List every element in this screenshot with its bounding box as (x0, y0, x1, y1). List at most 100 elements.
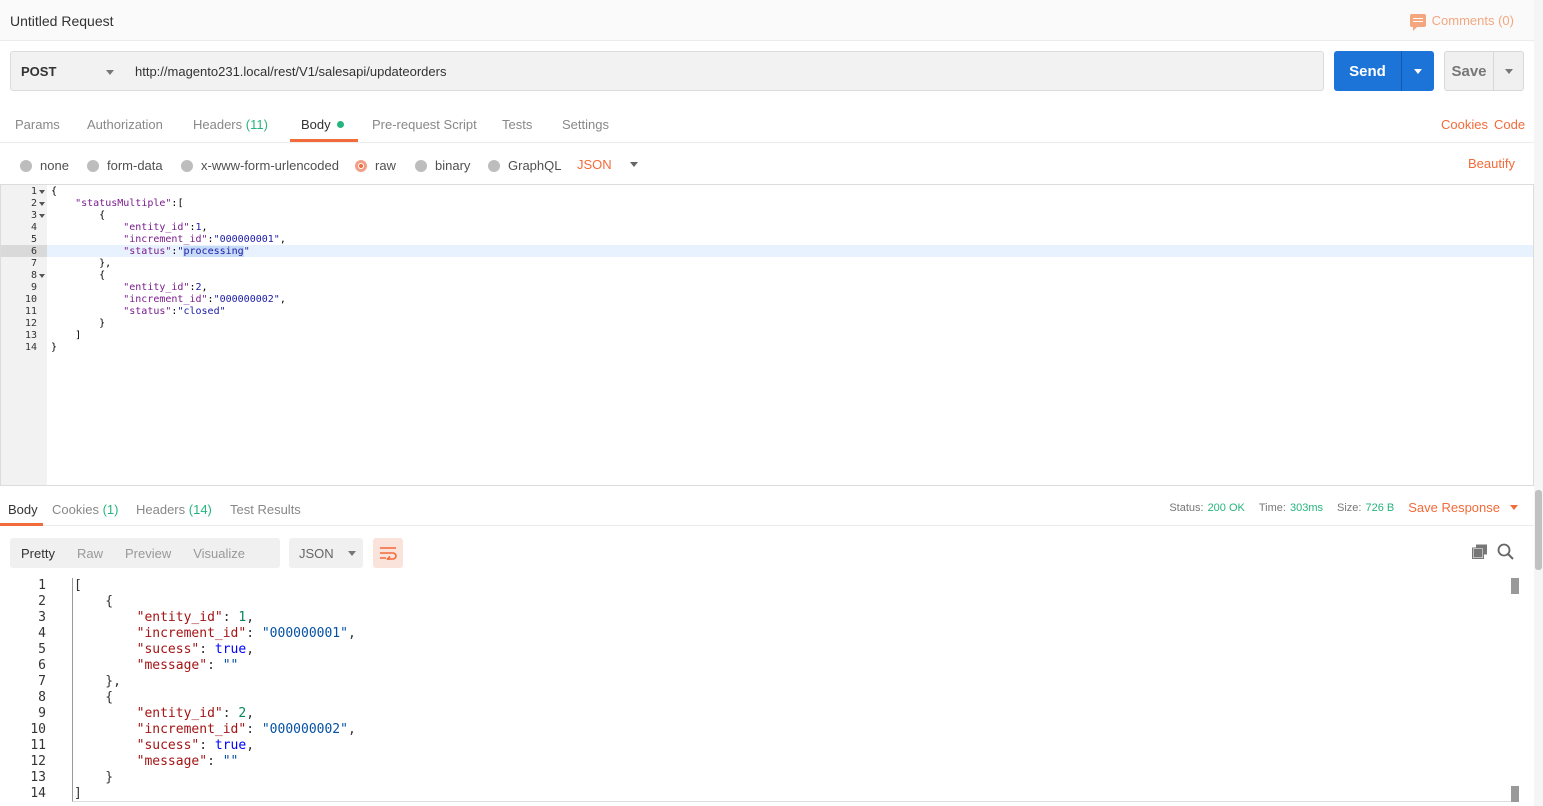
response-body-viewer[interactable]: 1 [2 {3 "entity_id": 1, 4 "increment_id": … (0, 578, 1520, 806)
page-scrollbar-thumb[interactable] (1535, 490, 1542, 570)
request-body-editor[interactable]: 1 {2 "statusMultiple":[3 {4 "entity_id":1… (0, 184, 1534, 486)
view-preview-button[interactable]: Preview (114, 538, 182, 568)
code-line: { (51, 186, 58, 197)
send-options-button[interactable] (1402, 68, 1434, 74)
code-line: "increment_id": "000000002", (136, 722, 356, 737)
time-label: Time: (1258, 501, 1286, 514)
cookies-link[interactable]: Cookies (1441, 117, 1488, 132)
line-number: 3 (38, 610, 46, 625)
line-number: 4 (30, 222, 37, 233)
radio-raw-label: raw (375, 158, 396, 173)
radio-raw[interactable]: raw (355, 158, 396, 173)
radio-none[interactable]: none (20, 158, 69, 173)
line-number: 13 (24, 330, 37, 341)
response-headers-count: (14) (188, 502, 212, 517)
fold-toggle-icon[interactable] (39, 202, 45, 206)
radio-form-data-label: form-data (107, 158, 163, 173)
tab-body[interactable]: Body (301, 117, 344, 132)
save-button[interactable]: Save (1444, 51, 1524, 91)
time-value: 303ms (1289, 501, 1323, 514)
fold-toggle-icon[interactable] (39, 214, 45, 218)
chevron-down-icon (347, 550, 356, 556)
search-icon[interactable] (1497, 543, 1514, 560)
tab-settings[interactable]: Settings (562, 117, 609, 132)
radio-graphql[interactable]: GraphQL (488, 158, 561, 173)
tab-response-cookies[interactable]: Cookies (1) (52, 502, 118, 517)
code-line: "message": "" (136, 754, 239, 769)
body-format-value: JSON (577, 157, 612, 172)
tab-params[interactable]: Params (15, 117, 60, 132)
line-number: 6 (38, 658, 46, 673)
code-line: "increment_id": "000000001", (136, 626, 356, 641)
tab-headers-label: Headers (193, 117, 243, 132)
chevron-down-icon (1510, 505, 1518, 510)
send-button[interactable]: Send (1334, 51, 1434, 91)
method-value: POST (21, 63, 57, 79)
code-line: { (51, 210, 106, 221)
tab-body-label: Body (301, 117, 331, 132)
code-line: "sucess": true, (136, 738, 255, 753)
code-line: "sucess": true, (136, 642, 255, 657)
wrap-lines-button[interactable] (373, 538, 403, 568)
line-number: 9 (30, 282, 37, 293)
radio-urlencoded[interactable]: x-www-form-urlencoded (181, 158, 339, 173)
tab-headers-label: Headers (136, 502, 186, 517)
line-number: 11 (24, 306, 37, 317)
tab-authorization[interactable]: Authorization (87, 117, 163, 132)
response-format-select[interactable]: JSON (289, 538, 363, 568)
tab-pre-request-script[interactable]: Pre-request Script (372, 117, 477, 132)
save-response-button[interactable]: Save Response (1408, 500, 1518, 515)
tab-response-headers[interactable]: Headers (14) (136, 502, 212, 517)
line-number: 8 (30, 270, 37, 281)
chevron-down-icon (629, 162, 638, 167)
tab-tests[interactable]: Tests (502, 117, 532, 132)
fold-toggle-icon[interactable] (39, 190, 45, 194)
radio-graphql-label: GraphQL (508, 158, 562, 173)
code-line: "entity_id": 2, (136, 706, 255, 721)
fold-toggle-icon[interactable] (39, 274, 45, 278)
code-line: "status":"closed" (123, 306, 226, 317)
copy-icon[interactable] (1472, 544, 1488, 559)
code-line: [ (74, 578, 82, 593)
line-number: 14 (24, 342, 37, 353)
code-line: } (51, 318, 106, 329)
beautify-link[interactable]: Beautify (1468, 156, 1515, 171)
line-number: 9 (38, 706, 46, 721)
tab-headers[interactable]: Headers (11) (193, 117, 268, 132)
body-format-select[interactable]: JSON (577, 157, 638, 172)
method-select[interactable]: POST (10, 51, 126, 91)
size-label: Size: (1337, 501, 1362, 514)
view-visualize-button[interactable]: Visualize (182, 538, 256, 568)
line-number: 1 (38, 578, 46, 593)
status-label: Status: (1169, 501, 1204, 514)
radio-circle-selected (355, 159, 367, 172)
line-number: 10 (30, 722, 46, 737)
code-link[interactable]: Code (1494, 117, 1525, 132)
response-size[interactable]: Size: 726 B (1337, 502, 1394, 514)
line-number: 7 (30, 258, 37, 269)
page-scrollbar[interactable] (1534, 0, 1543, 806)
response-meta: Status: 200 OK Time: 303ms Size: 726 B Save… (1169, 500, 1518, 515)
view-pretty-button[interactable]: Pretty (10, 538, 66, 568)
view-raw-button[interactable]: Raw (66, 538, 114, 568)
comments-button[interactable]: Comments (0) (1409, 13, 1514, 31)
save-options-button[interactable] (1494, 68, 1523, 74)
comments-label: Comments (0) (1431, 13, 1514, 28)
response-scrollbar-thumb[interactable] (1511, 578, 1519, 594)
send-label: Send (1349, 62, 1386, 80)
code-line: ] (51, 330, 82, 341)
response-time[interactable]: Time: 303ms (1259, 502, 1323, 514)
tab-test-results[interactable]: Test Results (230, 502, 301, 517)
url-input[interactable] (125, 51, 1324, 91)
code-line: "statusMultiple":[ (75, 198, 184, 209)
chevron-down-icon (106, 70, 114, 75)
radio-form-data[interactable]: form-data (87, 158, 163, 173)
response-status[interactable]: Status: 200 OK (1169, 502, 1245, 514)
request-title[interactable]: Untitled Request (10, 13, 114, 29)
response-scrollbar-end[interactable] (1511, 786, 1519, 802)
code-line: "status":"processing" (123, 246, 250, 257)
tab-response-body[interactable]: Body (8, 502, 38, 517)
radio-binary[interactable]: binary (415, 158, 470, 173)
line-number: 10 (24, 294, 37, 305)
request-title-bar: Untitled Request Comments (0) (0, 0, 1543, 41)
